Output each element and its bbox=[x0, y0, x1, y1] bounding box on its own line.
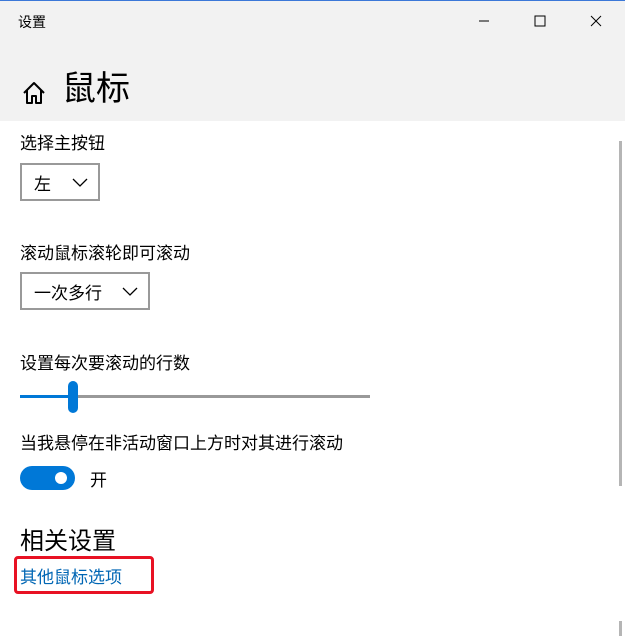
additional-mouse-options-link[interactable]: 其他鼠标选项 bbox=[20, 563, 122, 588]
wheel-scroll-dropdown[interactable]: 一次多行 bbox=[20, 272, 150, 310]
close-button[interactable] bbox=[567, 1, 625, 41]
chevron-down-icon bbox=[72, 178, 88, 187]
scrollbar-lower-thumb[interactable] bbox=[619, 621, 622, 636]
scrollbar[interactable] bbox=[615, 121, 625, 636]
settings-window: 设置 鼠标 选择主按钮 左 滚动鼠标滚轮即可滚动 一次多行 设置每次要滚动的行数… bbox=[0, 0, 625, 636]
settings-content: 选择主按钮 左 滚动鼠标滚轮即可滚动 一次多行 设置每次要滚动的行数 当我悬停在… bbox=[0, 121, 610, 636]
wheel-scroll-label: 滚动鼠标滚轮即可滚动 bbox=[20, 244, 190, 264]
app-title: 设置 bbox=[18, 15, 46, 31]
maximize-icon bbox=[534, 15, 546, 27]
scrollbar-thumb[interactable] bbox=[619, 141, 622, 486]
chevron-down-icon bbox=[122, 287, 138, 296]
home-button[interactable] bbox=[20, 79, 48, 107]
primary-button-label: 选择主按钮 bbox=[20, 134, 105, 154]
primary-button-value: 左 bbox=[34, 174, 51, 195]
minimize-icon bbox=[479, 20, 489, 22]
page-header: 鼠标 bbox=[0, 41, 625, 121]
title-bar: 设置 bbox=[0, 1, 625, 41]
toggle-knob bbox=[55, 472, 67, 484]
maximize-button[interactable] bbox=[511, 1, 569, 41]
inactive-scroll-toggle[interactable] bbox=[20, 466, 75, 490]
toggle-state-label: 开 bbox=[90, 471, 107, 491]
close-icon bbox=[590, 15, 602, 27]
page-title: 鼠标 bbox=[62, 69, 130, 109]
primary-button-dropdown[interactable]: 左 bbox=[20, 163, 100, 201]
minimize-button[interactable] bbox=[455, 1, 513, 41]
home-icon bbox=[23, 82, 45, 104]
slider-fill bbox=[20, 395, 73, 398]
lines-per-scroll-label: 设置每次要滚动的行数 bbox=[20, 354, 190, 374]
inactive-scroll-label: 当我悬停在非活动窗口上方时对其进行滚动 bbox=[20, 434, 343, 454]
related-settings-title: 相关设置 bbox=[20, 527, 116, 555]
slider-thumb[interactable] bbox=[68, 381, 78, 413]
lines-per-scroll-slider[interactable] bbox=[20, 379, 370, 415]
wheel-scroll-value: 一次多行 bbox=[34, 283, 102, 304]
